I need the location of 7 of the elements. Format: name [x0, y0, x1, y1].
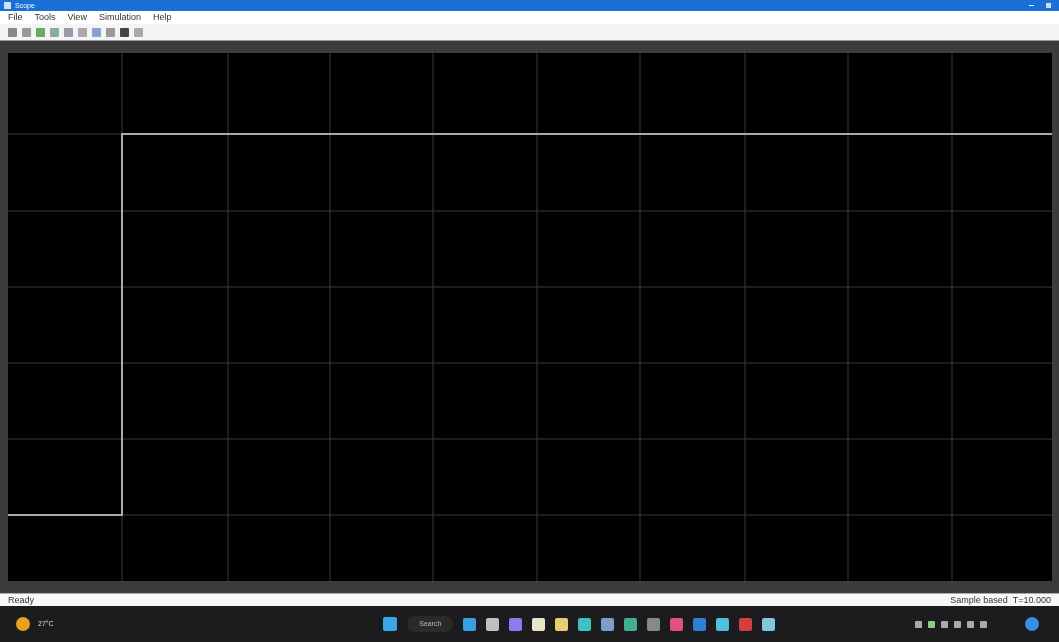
menu-item[interactable]: Tools: [34, 13, 56, 22]
menu-item[interactable]: File: [8, 13, 23, 22]
status-text: Ready: [8, 595, 34, 605]
status-text: Sample based T=10.000: [950, 595, 1051, 605]
menu-item[interactable]: Help: [152, 13, 172, 22]
menu-item[interactable]: View: [67, 13, 87, 22]
menu-item[interactable]: Simulation: [98, 13, 141, 22]
